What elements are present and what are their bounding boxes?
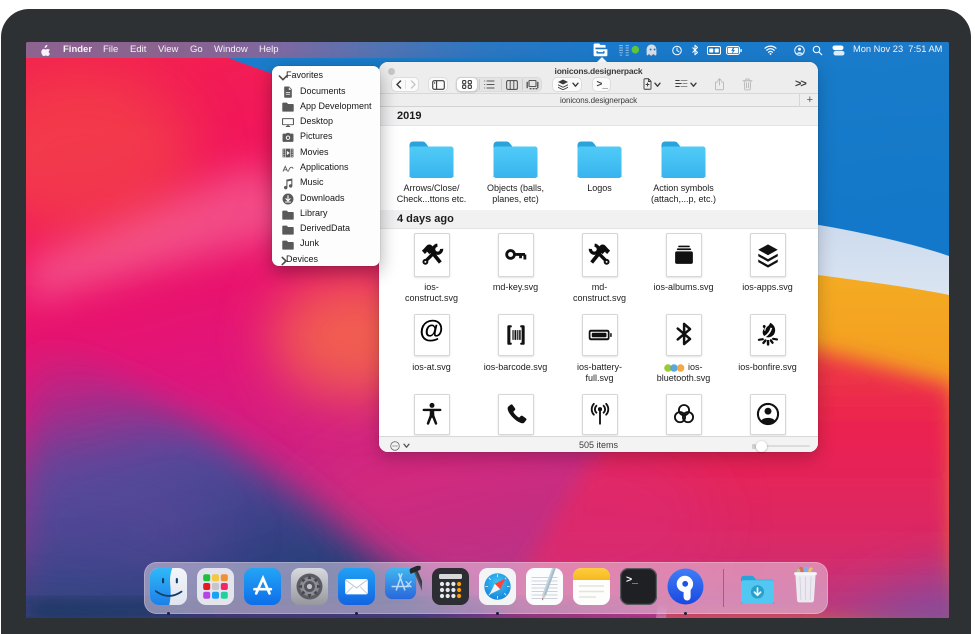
svg-text:>_: >_ [626, 574, 638, 586]
